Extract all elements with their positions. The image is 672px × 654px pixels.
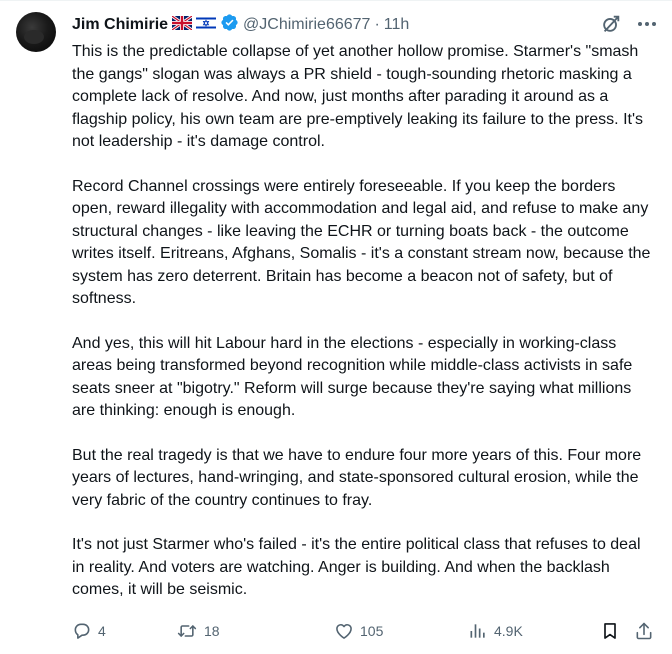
- tweet-actions: 4 18 105 4.9K: [72, 619, 656, 643]
- tweet-paragraph: This is the predictable collapse of yet …: [72, 43, 644, 150]
- avatar[interactable]: [16, 12, 56, 52]
- tweet-paragraph: But the real tragedy is that we have to …: [72, 446, 642, 509]
- reply-count: 4: [98, 623, 106, 639]
- tweet[interactable]: Jim Chimirie @JChimirie66677 · 11h This …: [0, 0, 672, 654]
- retweet-count: 18: [204, 623, 220, 639]
- heart-icon: [336, 623, 352, 639]
- retweet-icon: [177, 625, 197, 637]
- tweet-paragraph: Record Channel crossings were entirely f…: [72, 177, 651, 308]
- verified-badge-icon[interactable]: [220, 13, 239, 37]
- tweet-text: This is the predictable collapse of yet …: [72, 41, 656, 624]
- views-count: 4.9K: [494, 623, 523, 639]
- author-name[interactable]: Jim Chimirie: [72, 16, 168, 34]
- tweet-paragraph: And yes, this will hit Labour hard in th…: [72, 334, 633, 420]
- like-button[interactable]: 105: [334, 621, 383, 641]
- grok-icon[interactable]: [600, 13, 622, 35]
- reply-button[interactable]: 4: [72, 621, 106, 641]
- like-count: 105: [360, 623, 384, 639]
- reply-icon: [74, 623, 90, 639]
- uk-flag-icon: [171, 14, 193, 35]
- bookmark-icon: [604, 623, 616, 639]
- tweet-paragraph: It's not just Starmer who's failed - it'…: [72, 536, 641, 598]
- more-options-icon[interactable]: [636, 13, 658, 35]
- tweet-time[interactable]: 11h: [384, 16, 410, 34]
- views-button[interactable]: 4.9K: [468, 621, 523, 641]
- views-icon: [470, 624, 485, 638]
- retweet-button[interactable]: 18: [176, 621, 220, 641]
- israel-flag-icon: [196, 15, 217, 35]
- share-button[interactable]: [634, 621, 654, 641]
- top-actions: [600, 13, 658, 35]
- separator-dot: ·: [374, 16, 380, 33]
- author-handle[interactable]: @JChimirie66677: [243, 16, 370, 34]
- tweet-header: Jim Chimirie @JChimirie66677 · 11h: [72, 13, 409, 37]
- bookmark-button[interactable]: [600, 621, 620, 641]
- share-icon: [636, 622, 652, 640]
